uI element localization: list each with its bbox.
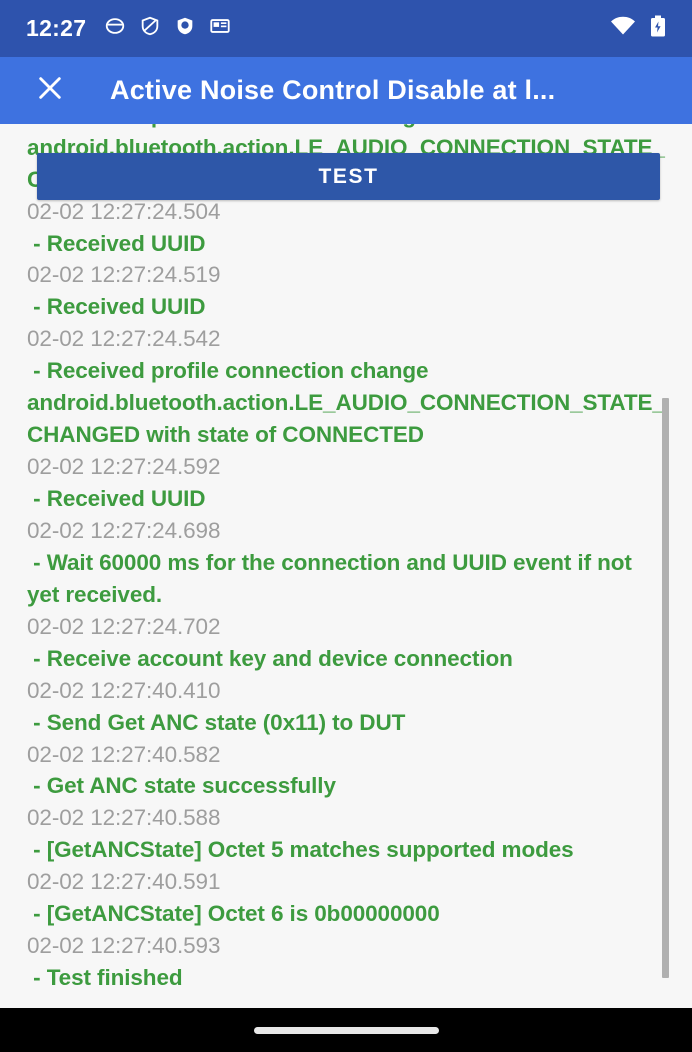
log-message: - [GetANCState] Octet 6 is 0b00000000 [27, 901, 440, 927]
log-timestamp: 02-02 12:27:24.592 [27, 454, 221, 480]
log-message: - Received profile connection change and… [27, 358, 665, 448]
phone-screen: 12:27 Active Noise Control Disable at l.… [0, 0, 692, 1052]
log-timestamp: 02-02 12:27:40.593 [27, 933, 221, 959]
status-bar-right [610, 15, 666, 42]
notification-shield-icon [139, 15, 161, 42]
log-timestamp: 02-02 12:27:40.588 [27, 805, 221, 831]
notification-globe-icon [174, 15, 196, 42]
app-bar: Active Noise Control Disable at l... [0, 57, 692, 124]
close-button[interactable] [30, 71, 70, 111]
notification-card-icon [209, 15, 231, 42]
log-message: - Test finished [27, 965, 183, 991]
wifi-icon [610, 16, 636, 41]
log-timestamp: 02-02 12:27:24.519 [27, 262, 221, 288]
log-timestamp: 02-02 12:27:24.542 [27, 326, 221, 352]
battery-icon [650, 15, 666, 42]
log-message: - Received UUID [27, 294, 206, 320]
home-indicator[interactable] [253, 1026, 439, 1034]
log-scroll-view[interactable]: - Start to pair and wait for paring proc… [0, 124, 692, 1008]
status-bar-left: 12:27 [26, 15, 610, 42]
log-entry-list: - Start to pair and wait for paring proc… [27, 124, 665, 994]
log-timestamp: 02-02 12:27:24.698 [27, 517, 221, 543]
log-message: - Received UUID [27, 486, 206, 511]
page-title: Active Noise Control Disable at l... [110, 75, 556, 105]
log-timestamp: 02-02 12:27:40.410 [27, 677, 221, 703]
log-timestamp: 02-02 12:27:24.702 [27, 613, 221, 639]
test-content-area: - Start to pair and wait for paring proc… [0, 124, 692, 1008]
log-message: - Wait 60000 ms for the connection and U… [27, 549, 638, 607]
log-message: - [GetANCState] Octet 5 matches supporte… [27, 837, 574, 863]
status-clock: 12:27 [26, 15, 87, 41]
status-bar: 12:27 [0, 0, 692, 57]
log-timestamp: 02-02 12:27:40.591 [27, 869, 221, 895]
navigation-bar [0, 1008, 692, 1052]
log-message: - Receive account key and device connect… [27, 645, 513, 671]
log-scrollbar-thumb[interactable] [662, 398, 669, 978]
log-scrollbar[interactable] [662, 124, 669, 1008]
log-timestamp: 02-02 12:27:40.582 [27, 741, 221, 767]
log-message: - Get ANC state successfully [27, 773, 336, 799]
close-icon [34, 72, 66, 109]
log-message: - Received UUID [27, 230, 206, 256]
notification-circle-icon [104, 15, 126, 42]
test-button[interactable]: TEST [37, 153, 660, 200]
log-message: - Send Get ANC state (0x11) to DUT [27, 709, 406, 735]
log-timestamp: 02-02 12:27:24.504 [27, 198, 221, 224]
